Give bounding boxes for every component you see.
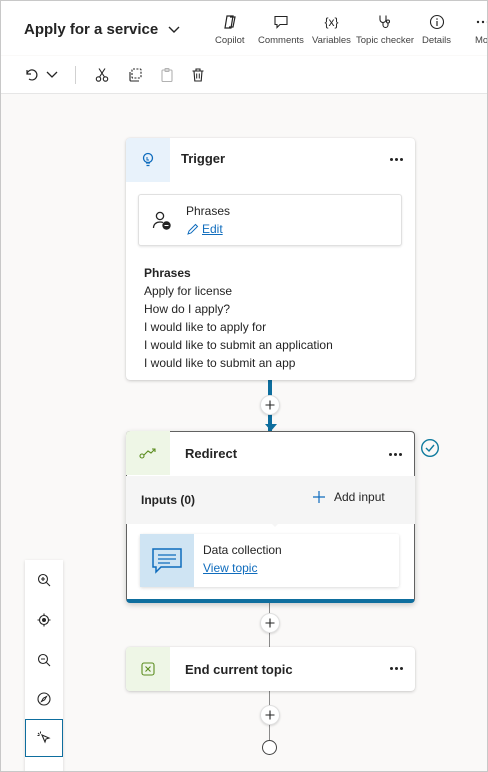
phrases-card-title: Phrases	[186, 204, 231, 218]
info-icon	[429, 13, 445, 31]
chevron-down-icon	[46, 71, 58, 78]
chat-icon	[140, 534, 194, 587]
view-topic-link[interactable]: View topic	[203, 561, 257, 575]
inputs-label: Inputs (0)	[141, 493, 195, 507]
undo-icon	[26, 69, 38, 81]
details-button[interactable]: Details	[422, 13, 451, 47]
plus-icon	[265, 400, 275, 410]
end-topic-node[interactable]: End current topic	[126, 647, 415, 691]
redirect-icon	[126, 431, 170, 475]
cursor-select-icon	[37, 731, 51, 744]
inputs-section: Inputs (0) Add input	[126, 476, 415, 527]
compass-icon	[37, 692, 51, 706]
target-icon	[37, 613, 51, 627]
comments-label: Comments	[258, 35, 304, 46]
copy-button[interactable]	[125, 65, 145, 85]
redirect-node[interactable]: Redirect Inputs (0) Add input Data colle…	[126, 431, 415, 603]
lightbulb-icon	[126, 138, 170, 182]
callout-notch	[268, 520, 282, 527]
topic-title: Apply for a service	[24, 21, 159, 38]
trigger-header: Trigger	[126, 138, 415, 182]
zoom-in-icon	[37, 573, 51, 587]
zoom-controls	[25, 560, 63, 771]
more-button[interactable]: Mo	[475, 13, 488, 47]
recenter-button[interactable]	[25, 601, 63, 639]
phrase-item: I would like to submit an application	[144, 338, 333, 352]
more-icon	[475, 13, 487, 31]
topic-checker-button[interactable]: Topic checker	[356, 13, 414, 47]
plus-icon	[313, 491, 325, 503]
delete-button[interactable]	[188, 65, 208, 85]
cut-button[interactable]	[92, 65, 112, 85]
copy-icon	[129, 68, 142, 82]
chevron-down-icon	[168, 26, 180, 33]
add-input-label: Add input	[334, 490, 385, 504]
check-circle-icon	[420, 438, 440, 458]
more-options-button[interactable]	[386, 445, 404, 463]
topic-checker-label: Topic checker	[356, 35, 415, 46]
zoom-out-icon	[37, 653, 51, 667]
end-topic-title: End current topic	[185, 662, 293, 677]
end-circle	[262, 740, 277, 755]
phrase-item: How do I apply?	[144, 302, 231, 316]
undo-menu-button[interactable]	[42, 65, 62, 85]
pencil-icon	[187, 223, 199, 235]
add-node-button[interactable]	[260, 705, 280, 725]
variables-icon: {x}	[324, 15, 339, 29]
select-tool-button[interactable]	[25, 719, 63, 757]
more-label: Mo	[475, 35, 488, 46]
cut-icon	[95, 68, 109, 82]
details-label: Details	[422, 35, 452, 46]
stethoscope-icon	[377, 13, 393, 31]
zoom-in-button[interactable]	[25, 561, 63, 599]
copilot-button[interactable]: Copilot	[215, 13, 245, 47]
topic-card[interactable]: Data collection View topic	[140, 534, 399, 587]
variables-label: Variables	[312, 35, 351, 46]
add-input-button[interactable]: Add input	[312, 490, 385, 504]
topic-title-dropdown[interactable]: Apply for a service	[24, 21, 180, 38]
topic-editor: Apply for a service Copilot Comments {x}…	[0, 0, 488, 772]
redirect-title: Redirect	[185, 446, 238, 461]
variables-button[interactable]: {x} Variables	[312, 13, 351, 47]
authoring-canvas[interactable]: Trigger Phrases Edit Phrases Apply for l…	[1, 95, 487, 771]
copilot-icon	[222, 13, 238, 31]
phrases-list: Phrases Apply for license How do I apply…	[144, 264, 333, 372]
zoom-out-button[interactable]	[25, 641, 63, 679]
edit-link-text: Edit	[202, 222, 223, 236]
redirect-header: Redirect	[126, 431, 414, 476]
edit-phrases-link[interactable]: Edit	[186, 222, 223, 236]
phrase-item: Apply for license	[144, 284, 233, 298]
minimap-toggle-button[interactable]	[25, 680, 63, 718]
undo-button[interactable]	[21, 65, 41, 85]
more-options-button[interactable]	[387, 659, 405, 677]
add-node-button[interactable]	[260, 613, 280, 633]
phrase-item: I would like to submit an app	[144, 356, 296, 370]
phrases-heading: Phrases	[144, 266, 191, 280]
phrases-card[interactable]: Phrases Edit	[138, 194, 402, 246]
delete-icon	[192, 68, 204, 82]
toolbar-divider	[75, 66, 76, 84]
more-options-button[interactable]	[387, 150, 405, 168]
trigger-node[interactable]: Trigger Phrases Edit Phrases Apply for l…	[126, 138, 415, 380]
topic-name: Data collection	[203, 543, 282, 557]
comments-button[interactable]: Comments	[258, 13, 304, 47]
trigger-title: Trigger	[181, 151, 226, 166]
phrase-item: I would like to apply for	[144, 320, 267, 334]
paste-button[interactable]	[157, 65, 177, 85]
add-node-button[interactable]	[260, 395, 280, 415]
comment-icon	[273, 13, 289, 31]
plus-icon	[265, 710, 275, 720]
person-chat-icon	[152, 211, 171, 230]
toolbar	[1, 56, 487, 94]
copilot-label: Copilot	[215, 35, 245, 46]
end-topic-icon	[126, 647, 170, 691]
paste-icon	[161, 67, 173, 83]
plus-icon	[265, 618, 275, 628]
header: Apply for a service Copilot Comments {x}…	[1, 1, 488, 55]
